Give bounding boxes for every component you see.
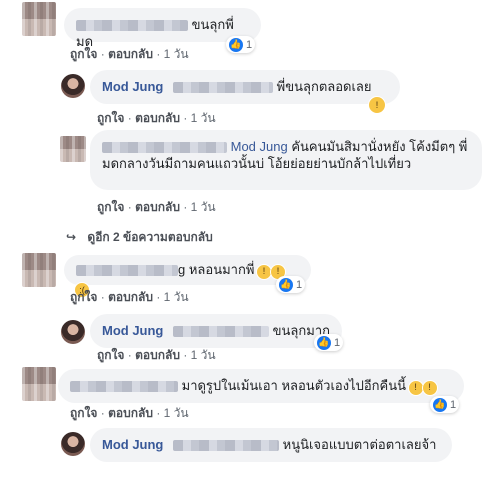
like-button[interactable]: ถูกใจ <box>97 200 124 214</box>
timestamp[interactable]: 1 วัน <box>191 200 216 214</box>
avatar[interactable] <box>61 320 85 344</box>
like-reaction-icon: 👍 <box>433 397 447 412</box>
blurred-name[interactable] <box>76 20 188 32</box>
comment-text: หนูนิเจอแบบตาต่อตาเลยจ้า <box>282 437 437 452</box>
timestamp[interactable]: 1 วัน <box>191 348 216 362</box>
timestamp[interactable]: 1 วัน <box>164 290 189 304</box>
blurred-tag[interactable] <box>173 82 274 94</box>
like-button[interactable]: ถูกใจ <box>70 47 97 61</box>
like-button[interactable]: ถูกใจ <box>70 290 97 304</box>
reaction-count[interactable]: 👍 1 <box>430 396 460 413</box>
commenter-name[interactable]: Mod Jung <box>102 79 163 94</box>
avatar[interactable] <box>22 2 56 36</box>
name-tail: g <box>178 262 186 277</box>
reaction-count[interactable]: 👍 1 <box>276 276 306 293</box>
reply-bubble: Mod Jung พี่ขนลุกตลอดเลย <box>90 70 400 104</box>
comment-text: พี่ขนลุกตลอดเลย <box>276 79 372 94</box>
avatar[interactable] <box>61 74 85 98</box>
commenter-name[interactable]: Mod Jung <box>102 323 163 338</box>
scream-emoji-icon: ! <box>421 379 438 396</box>
comment-actions: ถูกใจ · ตอบกลับ · 1 วัน <box>70 290 189 304</box>
reply-button[interactable]: ตอบกลับ <box>135 200 180 214</box>
reaction-count[interactable]: 👍 1 <box>226 36 256 53</box>
comment-bubble: มาดูรูปในเม้นเอา หลอนตัวเองไปอีกคืนนี้ !… <box>58 369 464 403</box>
blurred-name[interactable] <box>76 265 178 277</box>
comment-text: มาดูรูปในเม้นเอา หลอนตัวเองไปอีกคืนนี้ <box>181 378 406 393</box>
reply-button[interactable]: ตอบกลับ <box>135 348 180 362</box>
reply-actions: ถูกใจ · ตอบกลับ · 1 วัน <box>97 111 216 125</box>
avatar[interactable] <box>22 253 56 287</box>
like-button[interactable]: ถูกใจ <box>70 406 97 420</box>
blurred-tag[interactable] <box>173 326 270 338</box>
reply-bubble: Mod Jung ขนลุกมาก <box>90 314 342 348</box>
reply-button[interactable]: ตอบกลับ <box>108 406 153 420</box>
blurred-tag[interactable] <box>173 440 280 452</box>
like-reaction-icon: 👍 <box>229 37 243 52</box>
reaction-count[interactable]: ! <box>367 95 389 114</box>
comment-text: หลอนมากพี่ <box>188 262 255 277</box>
avatar[interactable] <box>61 432 85 456</box>
reply-arrow-icon: ↪ <box>66 230 77 244</box>
reply-bubble: Mod Jung หนูนิเจอแบบตาต่อตาเลยจ้า <box>90 428 452 462</box>
reaction-count[interactable]: 👍 1 <box>314 334 344 351</box>
wow-reaction-icon: ! <box>368 95 386 114</box>
timestamp[interactable]: 1 วัน <box>164 406 189 420</box>
reply-button[interactable]: ตอบกลับ <box>108 47 153 61</box>
like-reaction-icon: 👍 <box>279 277 293 292</box>
reply-bubble: Mod Jung คันคนมันสิมานั่งหยัง โค้งมีตๆ พ… <box>90 130 482 190</box>
view-more-replies[interactable]: ↪ ดูอีก 2 ข้อความตอบกลับ <box>66 228 213 247</box>
avatar[interactable] <box>22 367 56 401</box>
commenter-name[interactable]: Mod Jung <box>102 437 163 452</box>
comment-actions: ถูกใจ · ตอบกลับ · 1 วัน <box>70 406 189 420</box>
timestamp[interactable]: 1 วัน <box>164 47 189 61</box>
like-reaction-icon: 👍 <box>317 335 331 350</box>
blurred-name[interactable] <box>102 142 227 154</box>
comment-actions: ถูกใจ · ตอบกลับ · 1 วัน <box>70 47 189 61</box>
reply-actions: ถูกใจ · ตอบกลับ · 1 วัน <box>97 348 216 362</box>
reply-button[interactable]: ตอบกลับ <box>108 290 153 304</box>
tagged-name[interactable]: Mod Jung <box>231 139 288 154</box>
timestamp[interactable]: 1 วัน <box>191 111 216 125</box>
like-button[interactable]: ถูกใจ <box>97 348 124 362</box>
avatar[interactable] <box>60 136 86 162</box>
blurred-name[interactable] <box>70 381 178 393</box>
like-button[interactable]: ถูกใจ <box>97 111 124 125</box>
comment-bubble: g หลอนมากพี่ ! !:( <box>64 255 311 298</box>
reply-actions: ถูกใจ · ตอบกลับ · 1 วัน <box>97 200 216 214</box>
reply-button[interactable]: ตอบกลับ <box>135 111 180 125</box>
